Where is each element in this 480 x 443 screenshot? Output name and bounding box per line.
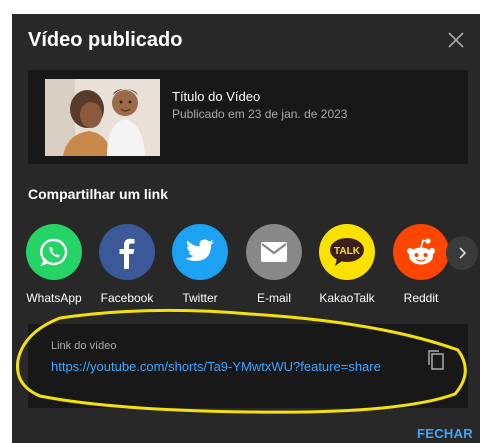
share-options: WhatsApp Facebook Twitter E-mail TALK Ka… [26,224,480,314]
kakaotalk-icon: TALK [319,224,375,280]
copy-icon[interactable] [425,348,449,374]
video-link-box: Link do vídeo https://youtube.com/shorts… [28,324,468,408]
facebook-icon [99,224,155,280]
share-label-facebook: Facebook [100,291,154,305]
share-whatsapp-button[interactable]: WhatsApp [19,224,89,305]
share-kakaotalk-button[interactable]: TALK KakaoTalk [312,224,382,305]
share-facebook-button[interactable]: Facebook [92,224,162,305]
share-label-kakaotalk: KakaoTalk [319,291,375,305]
email-icon [246,224,302,280]
twitter-icon [172,224,228,280]
share-dialog: Vídeo publicado Título do Vídeo Publicad… [12,14,480,443]
share-heading: Compartilhar um link [28,186,169,202]
video-publish-date: Publicado em 23 de jan. de 2023 [172,107,348,121]
share-label-twitter: Twitter [182,291,218,305]
reddit-icon [393,224,449,280]
video-card: Título do Vídeo Publicado em 23 de jan. … [28,70,468,164]
chevron-right-icon [459,247,467,259]
video-link-url[interactable]: https://youtube.com/shorts/Ta9-YMwtxWU?f… [51,356,381,378]
share-label-reddit: Reddit [403,291,439,305]
video-link-label: Link do vídeo [51,340,117,352]
whatsapp-icon [26,224,82,280]
svg-text:TALK: TALK [334,246,361,257]
share-twitter-button[interactable]: Twitter [165,224,235,305]
share-next-button[interactable] [446,236,478,270]
close-button[interactable]: FECHAR [417,426,473,441]
video-title: Título do Vídeo [172,89,261,104]
share-email-button[interactable]: E-mail [239,224,309,305]
share-label-whatsapp: WhatsApp [26,291,82,305]
close-icon[interactable] [445,29,467,51]
share-reddit-button[interactable]: Reddit [386,224,456,305]
share-label-email: E-mail [256,291,291,305]
video-thumbnail [45,79,160,156]
dialog-title: Vídeo publicado [28,29,183,51]
